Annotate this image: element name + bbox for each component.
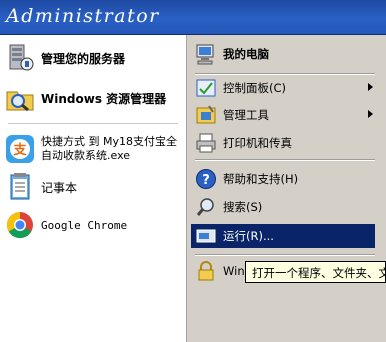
notepad-icon [10, 173, 30, 200]
lock-icon [198, 261, 214, 281]
menu-item-label: 打印机和传真 [223, 136, 292, 150]
menu-item-search[interactable]: 搜索(S) [191, 195, 375, 219]
menu-item-run[interactable]: 运行(R)... [191, 224, 375, 248]
menu-item-label: 我的电脑 [223, 47, 269, 61]
menu-item-printers-faxes[interactable]: 打印机和传真 [191, 131, 375, 155]
run-icon [196, 229, 216, 243]
divider [195, 159, 375, 161]
menu-item-google-chrome[interactable]: Google Chrome [4, 209, 127, 241]
menu-item-admin-tools[interactable]: 管理工具 [191, 103, 375, 127]
search-icon [196, 198, 214, 216]
menu-item-label: 帮助和支持(H) [223, 172, 299, 186]
menu-item-my18-shortcut[interactable]: 支 快捷方式 到 My18支付宝全自动收款系统.exe [4, 130, 181, 168]
tooltip: 打开一个程序、文件夹、文档或网站。 [245, 261, 386, 283]
svg-text:支: 支 [12, 142, 27, 158]
control-panel-icon [196, 79, 216, 97]
help-icon: ? [196, 169, 216, 189]
menu-item-label: Google Chrome [41, 218, 128, 232]
menu-item-label: 管理工具 [223, 108, 269, 122]
menu-item-windows-explorer[interactable]: Windows 资源管理器 [4, 81, 166, 115]
chrome-icon [6, 211, 33, 239]
submenu-arrow-icon [368, 83, 373, 91]
divider [195, 73, 375, 75]
menu-item-label: Windows 资源管理器 [41, 91, 167, 106]
admin-tools-icon [196, 105, 216, 124]
printer-icon [196, 133, 216, 153]
menu-item-label: 运行(R)... [223, 229, 274, 243]
pinned-programs-panel: 管理您的服务器 Windows 资源管理器 支 快捷方式 到 My18支付宝全自… [0, 35, 185, 342]
divider [195, 254, 375, 256]
system-places-panel: 我的电脑 控制面板(C) 管理工具 打印机和传真 ? 帮助和支持(H) 搜索(S… [186, 35, 386, 342]
menu-item-label: 管理您的服务器 [41, 51, 126, 66]
menu-item-help-support[interactable]: ? 帮助和支持(H) [191, 167, 375, 191]
menu-item-my-computer[interactable]: 我的电脑 [191, 39, 375, 69]
start-menu-banner: Administrator [0, 0, 386, 35]
menu-item-label: 快捷方式 到 My18支付宝全自动收款系统.exe [41, 135, 177, 162]
menu-item-label: 记事本 [41, 180, 78, 195]
menu-item-control-panel[interactable]: 控制面板(C) [191, 76, 375, 100]
computer-icon [196, 44, 214, 65]
my18-app-icon: 支 [6, 135, 34, 163]
menu-item-notepad[interactable]: 记事本 [4, 171, 77, 203]
explorer-icon [6, 91, 34, 112]
menu-item-manage-server[interactable]: 管理您的服务器 [4, 41, 125, 75]
user-name: Administrator [6, 5, 160, 27]
server-icon [9, 44, 34, 71]
divider [8, 123, 178, 124]
submenu-arrow-icon [368, 110, 373, 118]
svg-text:?: ? [202, 173, 210, 188]
menu-item-label: 控制面板(C) [223, 81, 287, 95]
menu-item-label: 搜索(S) [223, 200, 263, 214]
